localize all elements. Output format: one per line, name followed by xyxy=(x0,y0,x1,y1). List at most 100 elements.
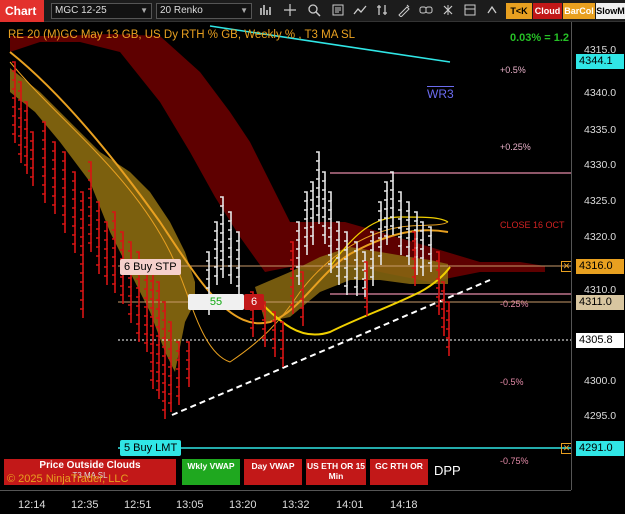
renko-brick xyxy=(112,265,116,275)
gc-rth-or-button[interactable]: GC RTH OR xyxy=(370,459,428,485)
renko-brick xyxy=(42,166,46,176)
renko-brick xyxy=(280,339,284,349)
renko-brick xyxy=(72,216,76,226)
renko-brick xyxy=(280,348,284,358)
renko-brick xyxy=(441,317,445,327)
renko-brick xyxy=(112,256,116,266)
renko-brick xyxy=(62,205,66,215)
renko-brick xyxy=(236,258,240,268)
renko-brick xyxy=(186,350,190,360)
renko-brick xyxy=(186,377,190,387)
barcol-badge[interactable]: BarCol xyxy=(563,3,595,19)
renko-brick xyxy=(236,240,240,250)
chart-title: RE 20 (M)GC May 13 GB, US Dy RTH % GB, W… xyxy=(8,29,356,41)
renko-brick xyxy=(42,139,46,149)
renko-brick xyxy=(144,342,148,352)
renko-brick xyxy=(88,224,92,234)
renko-brick xyxy=(62,169,66,179)
zoom-icon[interactable] xyxy=(306,3,322,19)
renko-brick xyxy=(88,188,92,198)
trade-icon[interactable] xyxy=(484,3,500,19)
time-axis[interactable]: 12:14 12:35 12:51 13:05 13:20 13:32 14:0… xyxy=(0,490,571,514)
renko-brick xyxy=(150,316,154,326)
price-tag-limit: 4291.0 xyxy=(576,441,624,456)
renko-brick xyxy=(272,347,276,357)
renko-brick xyxy=(412,231,416,241)
renko-brick xyxy=(390,225,394,235)
link-icon[interactable] xyxy=(418,3,434,19)
renko-brick xyxy=(390,198,394,208)
renko-brick xyxy=(80,272,84,282)
renko-brick xyxy=(250,309,254,319)
price-axis[interactable]: 4340.0 4335.0 4330.0 4325.0 4320.0 4315.… xyxy=(571,22,625,490)
renko-brick xyxy=(144,324,148,334)
buy-stop-order[interactable]: 6 Buy STP xyxy=(120,259,181,275)
day-vwap-button[interactable]: Day VWAP xyxy=(244,459,302,485)
renko-brick xyxy=(80,227,84,237)
time-tick: 12:35 xyxy=(71,499,99,511)
slowm-badge[interactable]: SlowM xyxy=(596,3,625,19)
renko-brick xyxy=(280,321,284,331)
properties-icon[interactable] xyxy=(330,3,346,19)
renko-brick xyxy=(236,249,240,259)
bar-type-selector[interactable]: 20 Renko ▼ xyxy=(156,3,252,19)
hide-icon[interactable] xyxy=(440,3,456,19)
renko-brick xyxy=(206,278,210,288)
renko-brick xyxy=(12,124,16,134)
renko-brick xyxy=(156,335,160,345)
position-quantity[interactable]: 55 xyxy=(188,294,244,310)
renko-brick xyxy=(112,238,116,248)
price-chart[interactable] xyxy=(0,22,571,490)
renko-brick xyxy=(420,230,424,240)
renko-brick xyxy=(144,333,148,343)
renko-brick xyxy=(384,208,388,218)
renko-brick xyxy=(104,275,108,285)
price-tick: 4335.0 xyxy=(584,124,617,136)
renko-brick xyxy=(398,209,402,219)
renko-brick xyxy=(62,178,66,188)
tk-badge[interactable]: T<K xyxy=(506,3,532,19)
renko-brick xyxy=(72,198,76,208)
chart-toolbar: Chart MGC 12-25 ▼ 20 Renko ▼ T<K Cloud B… xyxy=(0,0,625,22)
bar-chart-icon[interactable] xyxy=(258,3,274,19)
renko-brick xyxy=(322,198,326,208)
instrument-selector[interactable]: MGC 12-25 ▼ xyxy=(51,3,152,19)
renko-brick xyxy=(104,266,108,276)
renko-brick xyxy=(96,255,100,265)
crosshair-icon[interactable] xyxy=(282,3,298,19)
pct-level-label: -0.5% xyxy=(500,377,524,387)
renko-brick xyxy=(42,184,46,194)
us-eth-or-button[interactable]: US ETH OR 15 Min xyxy=(306,459,366,485)
renko-brick xyxy=(96,219,100,229)
renko-brick xyxy=(156,389,160,399)
draw-icon[interactable] xyxy=(396,3,412,19)
chart-tab[interactable]: Chart xyxy=(0,0,44,22)
indicators-icon[interactable] xyxy=(352,3,368,19)
price-tag-avg: 4311.0 xyxy=(576,295,624,310)
renko-brick xyxy=(220,259,224,269)
time-tick: 12:14 xyxy=(18,499,46,511)
renko-brick xyxy=(120,285,124,295)
buy-limit-order[interactable]: 5 Buy LMT xyxy=(120,440,182,456)
renko-brick xyxy=(162,373,166,383)
templates-icon[interactable] xyxy=(374,3,390,19)
cloud-badge[interactable]: Cloud xyxy=(533,3,562,19)
renko-brick xyxy=(446,346,450,356)
renko-brick xyxy=(52,159,56,169)
renko-brick xyxy=(316,169,320,179)
renko-brick xyxy=(316,151,320,161)
position-pnl-qty[interactable]: 6 xyxy=(244,294,264,310)
renko-brick xyxy=(304,200,308,210)
renko-brick xyxy=(272,338,276,348)
chevron-down-icon: ▼ xyxy=(140,6,148,15)
renko-brick xyxy=(150,361,154,371)
time-tick: 13:20 xyxy=(229,499,257,511)
data-box-icon[interactable] xyxy=(462,3,478,19)
renko-brick xyxy=(88,206,92,216)
renko-brick xyxy=(24,146,28,156)
renko-brick xyxy=(88,233,92,243)
renko-brick xyxy=(80,281,84,291)
renko-brick xyxy=(52,168,56,178)
renko-brick xyxy=(30,176,34,186)
wkly-vwap-button[interactable]: Wkly VWAP xyxy=(182,459,240,485)
